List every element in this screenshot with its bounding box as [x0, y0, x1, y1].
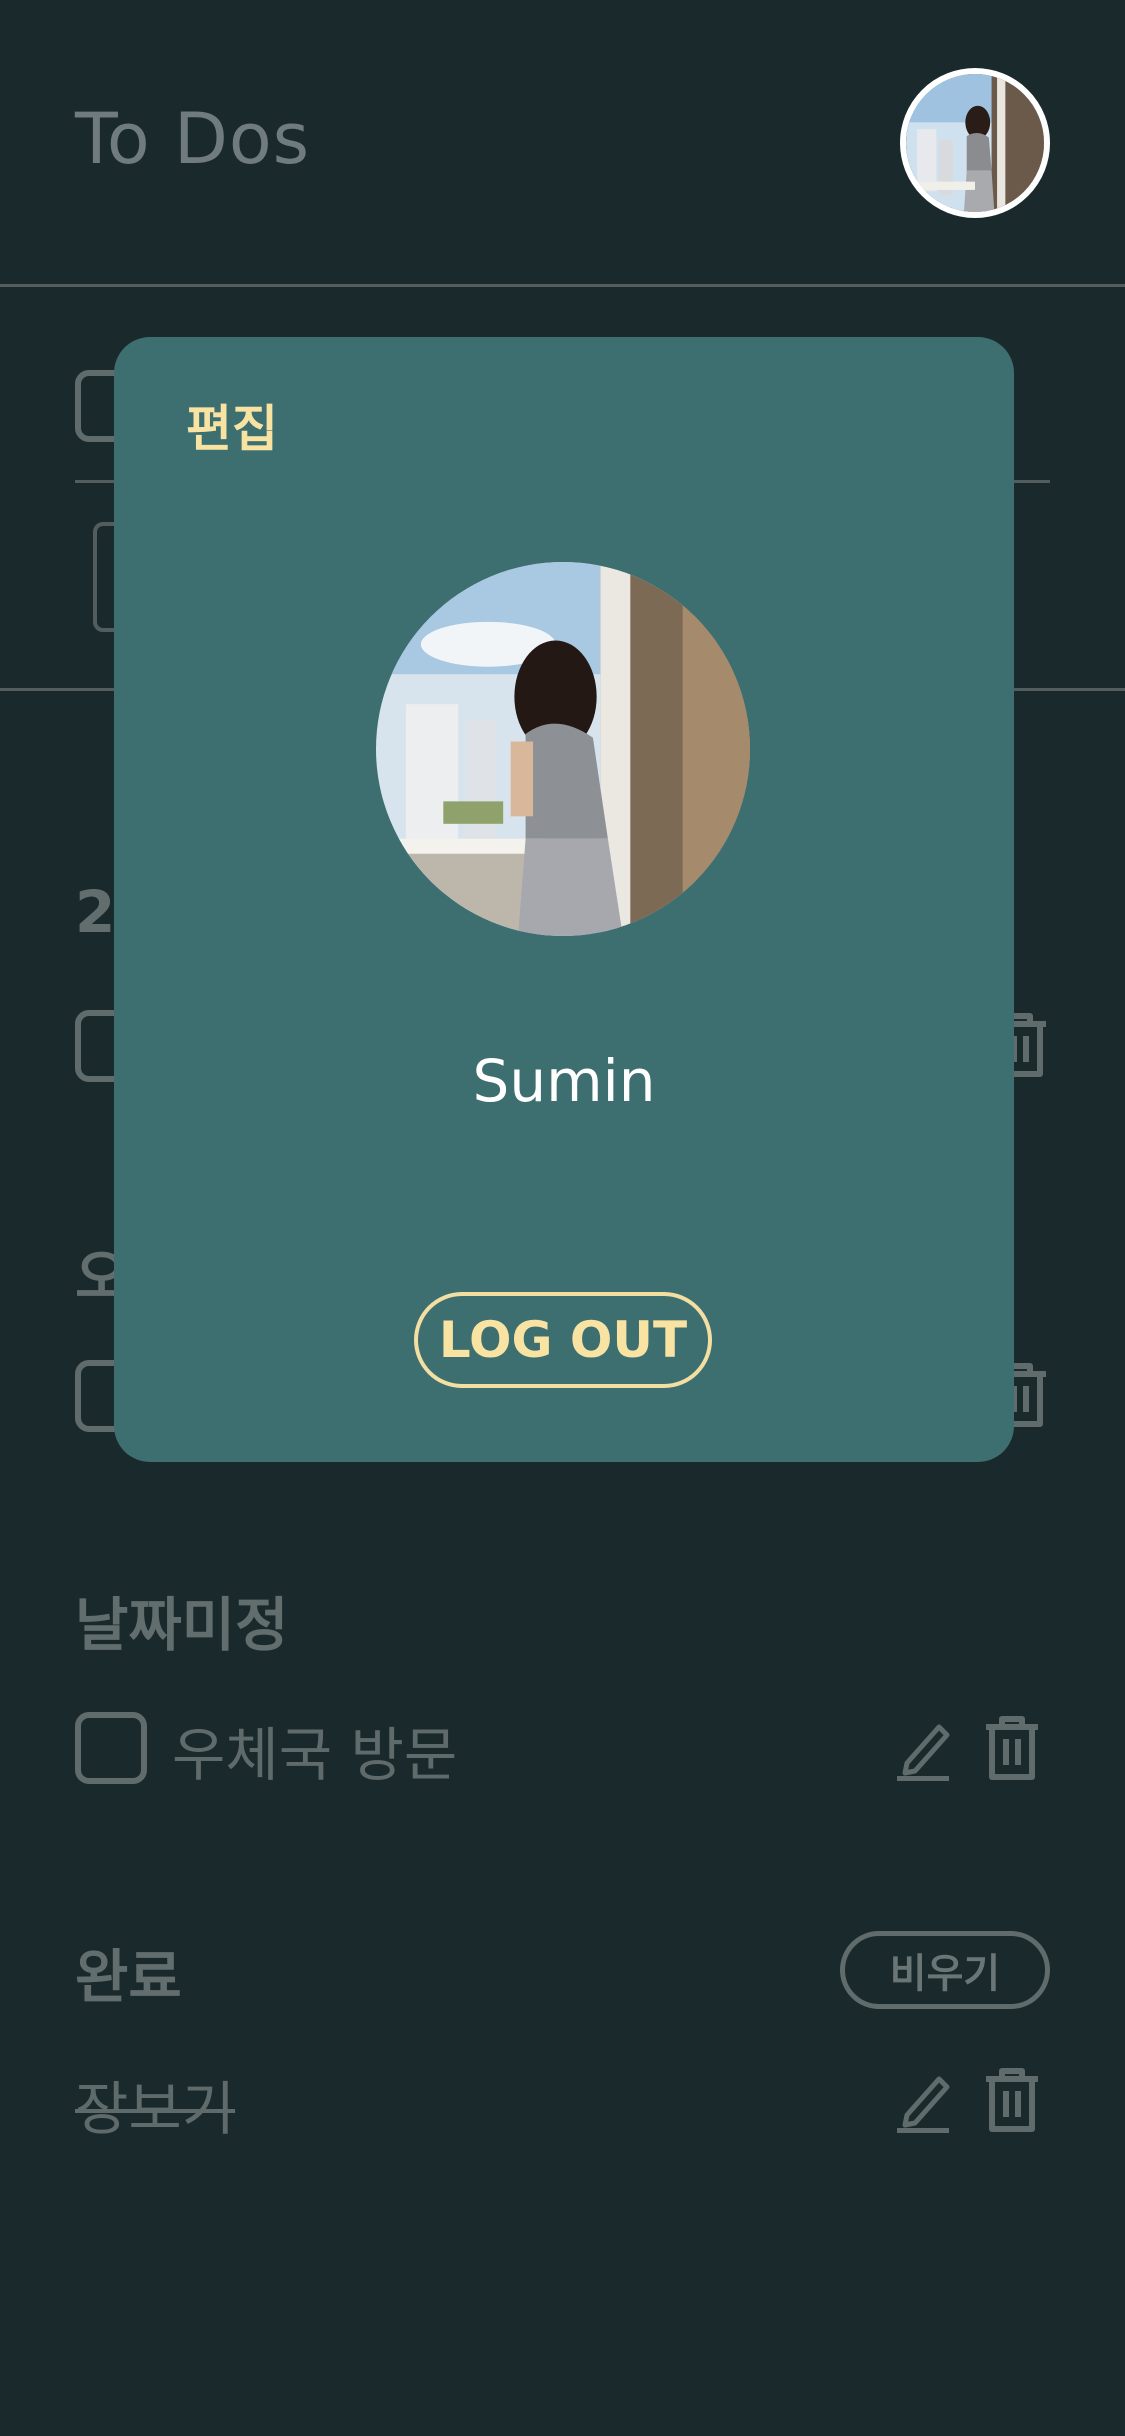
profile-avatar-button[interactable]	[900, 68, 1050, 218]
avatar-photo	[906, 74, 1044, 212]
section-heading-dated: 2	[75, 878, 116, 946]
profile-modal: 편집 Sumin LOG OUT	[114, 337, 1014, 1462]
logout-button[interactable]: LOG OUT	[414, 1292, 712, 1388]
profile-photo	[376, 562, 750, 936]
trash-icon[interactable]	[982, 2067, 1042, 2133]
page-title: To Dos	[75, 98, 311, 180]
avatar-photo	[376, 562, 750, 936]
trash-icon[interactable]	[982, 1715, 1042, 1781]
todo-item-text: 우체국 방문	[172, 1721, 458, 1789]
pencil-icon[interactable]	[893, 1715, 953, 1782]
clear-done-button[interactable]: 비우기	[840, 1931, 1050, 2009]
done-item-text: 장보기	[75, 2075, 236, 2143]
section-heading-undated: 날짜미정	[75, 1591, 289, 1659]
user-name: Sumin	[472, 1047, 656, 1115]
header-divider	[0, 284, 1125, 287]
pencil-icon[interactable]	[893, 2067, 953, 2134]
todo-app: To Dos 2 오 날짜미정 우체국 방문 완료 비우기 장보기 편집 Sum…	[0, 0, 1125, 2436]
section-heading-done: 완료	[75, 1943, 182, 2011]
todo-checkbox[interactable]	[75, 1712, 147, 1784]
edit-profile-button[interactable]: 편집	[186, 389, 278, 461]
